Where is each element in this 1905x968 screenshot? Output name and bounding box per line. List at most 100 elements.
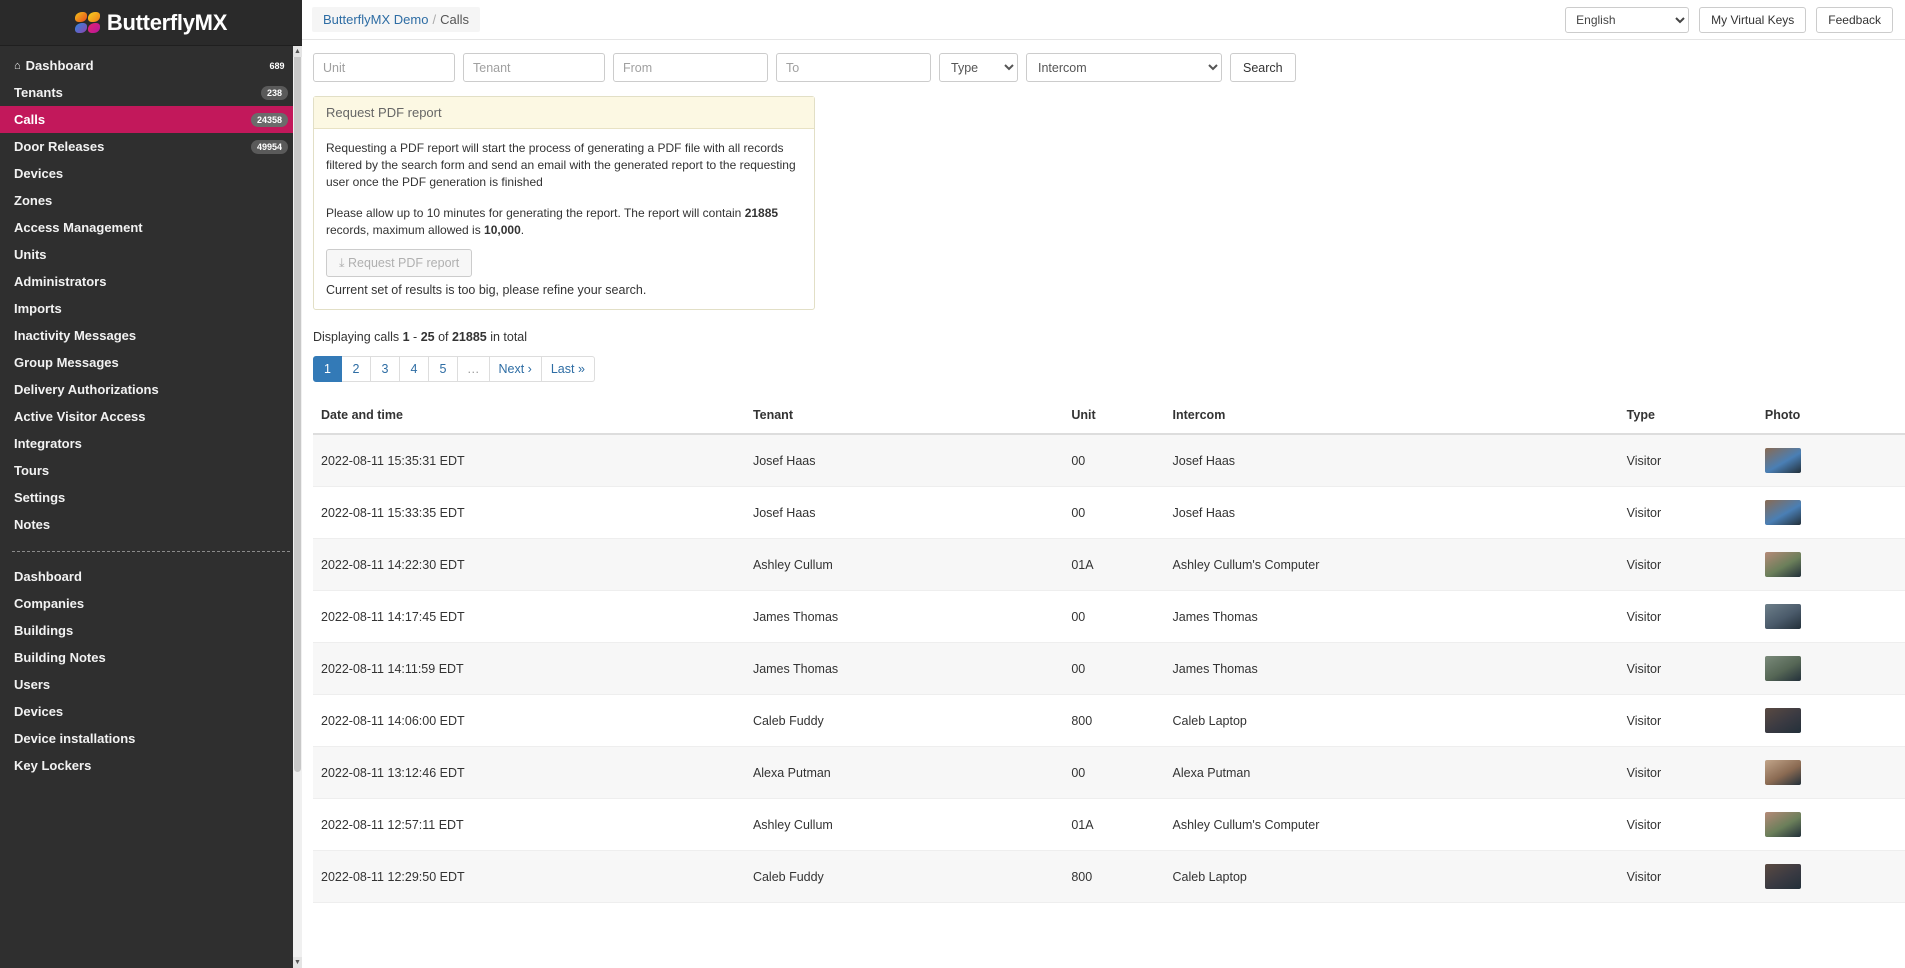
sidebar-nav: ⌂Dashboard689Tenants238Calls24358Door Re… (0, 46, 302, 968)
from-date-input[interactable] (613, 53, 768, 82)
sidebar-item-tenants[interactable]: Tenants238 (0, 79, 302, 106)
column-header-photo[interactable]: Photo (1757, 408, 1905, 434)
sidebar-item-units[interactable]: Units (0, 241, 302, 268)
call-photo-cell (1757, 591, 1905, 643)
call-photo-thumbnail[interactable] (1765, 864, 1801, 889)
pagination-page-4[interactable]: 4 (400, 356, 429, 382)
brand-logo[interactable]: ButterflyMX (0, 0, 302, 46)
my-virtual-keys-button[interactable]: My Virtual Keys (1699, 7, 1806, 33)
sidebar-item-companies[interactable]: Companies (0, 590, 302, 617)
call-unit: 00 (1063, 591, 1164, 643)
table-row[interactable]: 2022-08-11 14:17:45 EDTJames Thomas00Jam… (313, 591, 1905, 643)
column-header-type[interactable]: Type (1619, 408, 1757, 434)
call-photo-thumbnail[interactable] (1765, 760, 1801, 785)
breadcrumb-root-link[interactable]: ButterflyMX Demo (323, 12, 428, 27)
to-date-input[interactable] (776, 53, 931, 82)
sidebar-scrollbar-thumb[interactable] (294, 52, 301, 772)
call-photo-thumbnail[interactable] (1765, 500, 1801, 525)
search-button[interactable]: Search (1230, 53, 1296, 82)
call-intercom: Ashley Cullum's Computer (1165, 539, 1619, 591)
call-photo-thumbnail[interactable] (1765, 656, 1801, 681)
sidebar-item-dashboard[interactable]: Dashboard (0, 563, 302, 590)
pagination-page-next[interactable]: Next › (490, 356, 542, 382)
sidebar: ButterflyMX ⌂Dashboard689Tenants238Calls… (0, 0, 302, 968)
call-photo-cell (1757, 487, 1905, 539)
sidebar-item-label: Integrators (14, 436, 82, 451)
request-pdf-report-button[interactable]: ⤓ Request PDF report (326, 249, 472, 277)
sidebar-item-label: Notes (14, 517, 50, 532)
sidebar-item-calls[interactable]: Calls24358 (0, 106, 302, 133)
pagination-page-2[interactable]: 2 (342, 356, 371, 382)
sidebar-item-imports[interactable]: Imports (0, 295, 302, 322)
sidebar-item-label: Calls (14, 112, 45, 127)
sidebar-item-notes[interactable]: Notes (0, 511, 302, 538)
call-type: Visitor (1619, 851, 1757, 903)
butterfly-logo-icon (75, 12, 101, 34)
sidebar-item-access-management[interactable]: Access Management (0, 214, 302, 241)
sidebar-item-group-messages[interactable]: Group Messages (0, 349, 302, 376)
sidebar-item-tours[interactable]: Tours (0, 457, 302, 484)
language-select[interactable]: English (1565, 7, 1689, 33)
call-photo-thumbnail[interactable] (1765, 448, 1801, 473)
sidebar-item-settings[interactable]: Settings (0, 484, 302, 511)
call-photo-thumbnail[interactable] (1765, 812, 1801, 837)
call-date-time: 2022-08-11 14:17:45 EDT (313, 591, 745, 643)
call-photo-thumbnail[interactable] (1765, 708, 1801, 733)
sidebar-item-device-installations[interactable]: Device installations (0, 725, 302, 752)
table-row[interactable]: 2022-08-11 12:57:11 EDTAshley Cullum01AA… (313, 799, 1905, 851)
column-header-tenant[interactable]: Tenant (745, 408, 1063, 434)
scroll-up-arrow-icon[interactable]: ▲ (293, 46, 302, 57)
sidebar-divider (12, 551, 290, 552)
sidebar-item-building-notes[interactable]: Building Notes (0, 644, 302, 671)
table-row[interactable]: 2022-08-11 14:11:59 EDTJames Thomas00Jam… (313, 643, 1905, 695)
call-photo-thumbnail[interactable] (1765, 552, 1801, 577)
feedback-button[interactable]: Feedback (1816, 7, 1893, 33)
intercom-select[interactable]: Intercom (1026, 53, 1222, 82)
request-pdf-report-button-label: Request PDF report (348, 256, 459, 270)
calls-table-header-row: Date and time Tenant Unit Intercom Type … (313, 408, 1905, 434)
column-header-unit[interactable]: Unit (1063, 408, 1164, 434)
sidebar-item-devices[interactable]: Devices (0, 698, 302, 725)
pagination-page-1[interactable]: 1 (313, 356, 342, 382)
sidebar-item-devices[interactable]: Devices (0, 160, 302, 187)
table-row[interactable]: 2022-08-11 13:12:46 EDTAlexa Putman00Ale… (313, 747, 1905, 799)
sidebar-item-active-visitor-access[interactable]: Active Visitor Access (0, 403, 302, 430)
call-photo-thumbnail[interactable] (1765, 604, 1801, 629)
sidebar-item-zones[interactable]: Zones (0, 187, 302, 214)
type-select[interactable]: Type (939, 53, 1018, 82)
table-row[interactable]: 2022-08-11 14:22:30 EDTAshley Cullum01AA… (313, 539, 1905, 591)
sidebar-item-inactivity-messages[interactable]: Inactivity Messages (0, 322, 302, 349)
scroll-down-arrow-icon[interactable]: ▼ (293, 957, 302, 968)
download-icon: ⤓ (339, 256, 345, 270)
tenant-input[interactable] (463, 53, 605, 82)
sidebar-item-key-lockers[interactable]: Key Lockers (0, 752, 302, 779)
call-date-time: 2022-08-11 13:12:46 EDT (313, 747, 745, 799)
sidebar-item-label: Buildings (14, 623, 73, 638)
call-date-time: 2022-08-11 15:33:35 EDT (313, 487, 745, 539)
sidebar-item-label: Companies (14, 596, 84, 611)
sidebar-item-users[interactable]: Users (0, 671, 302, 698)
sidebar-item-delivery-authorizations[interactable]: Delivery Authorizations (0, 376, 302, 403)
column-header-date-and-time[interactable]: Date and time (313, 408, 745, 434)
table-row[interactable]: 2022-08-11 15:33:35 EDTJosef Haas00Josef… (313, 487, 1905, 539)
sidebar-item-administrators[interactable]: Administrators (0, 268, 302, 295)
table-row[interactable]: 2022-08-11 14:06:00 EDTCaleb Fuddy800Cal… (313, 695, 1905, 747)
range-end: 25 (421, 330, 435, 344)
pagination-page-last[interactable]: Last » (542, 356, 595, 382)
unit-input[interactable] (313, 53, 455, 82)
panel-body: Requesting a PDF report will start the p… (314, 129, 814, 309)
call-tenant: James Thomas (745, 591, 1063, 643)
table-row[interactable]: 2022-08-11 12:29:50 EDTCaleb Fuddy800Cal… (313, 851, 1905, 903)
pagination-page-5[interactable]: 5 (429, 356, 458, 382)
sidebar-item-integrators[interactable]: Integrators (0, 430, 302, 457)
sidebar-item-buildings[interactable]: Buildings (0, 617, 302, 644)
call-unit: 00 (1063, 487, 1164, 539)
pagination-page-3[interactable]: 3 (371, 356, 400, 382)
sidebar-item-dashboard[interactable]: ⌂Dashboard689 (0, 52, 302, 79)
table-row[interactable]: 2022-08-11 15:35:31 EDTJosef Haas00Josef… (313, 434, 1905, 487)
call-photo-cell (1757, 434, 1905, 487)
sidebar-item-door-releases[interactable]: Door Releases49954 (0, 133, 302, 160)
sidebar-item-label: Users (14, 677, 50, 692)
total-count: 21885 (452, 330, 487, 344)
column-header-intercom[interactable]: Intercom (1165, 408, 1619, 434)
